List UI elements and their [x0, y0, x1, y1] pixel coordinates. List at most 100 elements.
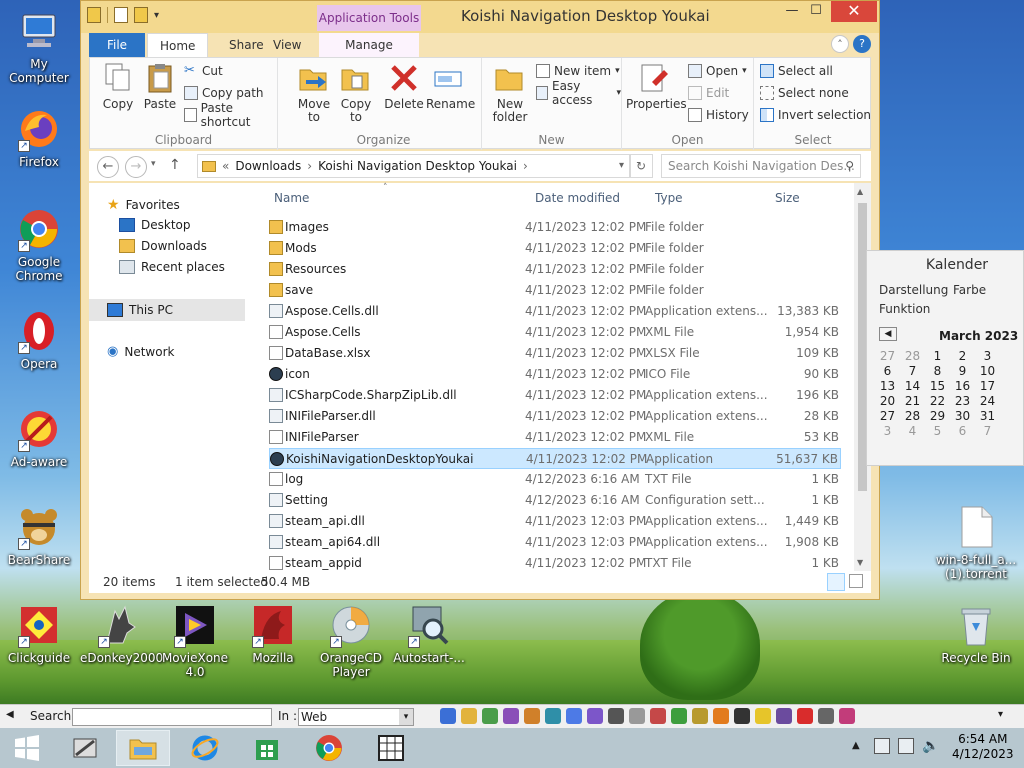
back-button[interactable]: ←	[97, 156, 119, 178]
nav-network[interactable]: ◉ Network	[107, 344, 174, 359]
file-row[interactable]: Aspose.Cells 4/11/2023 12:02 PM XML File 1,…	[269, 322, 841, 343]
calendar-day[interactable]: 9	[950, 364, 975, 378]
breadcrumb-downloads[interactable]: Downloads	[235, 155, 301, 177]
tools-icon[interactable]	[524, 708, 540, 724]
ribbon-collapse-icon[interactable]: ˄	[831, 35, 849, 53]
file-row[interactable]: INIFileParser 4/11/2023 12:02 PM XML File 5…	[269, 427, 841, 448]
overflow-chevron-icon[interactable]: «	[222, 155, 229, 177]
gallery-icon[interactable]	[776, 708, 792, 724]
folder-icon[interactable]	[461, 708, 477, 724]
copy-button[interactable]: Copy	[96, 62, 140, 111]
menu-darstellung[interactable]: Darstellung	[879, 283, 948, 297]
calendar-day[interactable]: 24	[975, 394, 1000, 408]
menu-farbe[interactable]: Farbe	[953, 283, 986, 297]
copy-to-button[interactable]: Copy to	[334, 62, 378, 124]
page-icon[interactable]	[629, 708, 645, 724]
calendar-day[interactable]: 6	[875, 364, 900, 378]
desktop-icon-mozilla[interactable]: ↗ Mozilla	[234, 602, 312, 665]
calendar-day[interactable]: 3	[875, 424, 900, 438]
desktop-icon-torrent-file[interactable]: win-8-full_a... (1).torrent	[934, 504, 1018, 581]
folder-icon[interactable]	[87, 7, 101, 23]
toolbar-grip-icon[interactable]: ◀	[6, 709, 14, 720]
title-bar[interactable]: ▾ Application Tools Koishi Navigation De…	[81, 1, 879, 33]
file-row[interactable]: Mods 4/11/2023 12:02 PM File folder	[269, 238, 841, 259]
calendar-day[interactable]: 14	[900, 379, 925, 393]
clock[interactable]: 6:54 AM 4/12/2023	[952, 732, 1014, 762]
file-row[interactable]: DataBase.xlsx 4/11/2023 12:02 PM XLSX File…	[269, 343, 841, 364]
grid-icon[interactable]	[608, 708, 624, 724]
calendar-day[interactable]: 29	[925, 409, 950, 423]
taskbar-tools-app[interactable]	[58, 730, 112, 766]
up-arrow-icon[interactable]: ↑	[169, 157, 181, 173]
recent-locations-chevron-icon[interactable]: ▾	[151, 159, 156, 169]
calendar-day[interactable]: 27	[875, 409, 900, 423]
file-row[interactable]: KoishiNavigationDesktopYoukai 4/11/2023 1…	[269, 448, 841, 469]
calendar-day[interactable]: 22	[925, 394, 950, 408]
desktop-icon-ad-aware[interactable]: ↗ Ad-aware	[0, 406, 78, 469]
file-row[interactable]: INIFileParser.dll 4/11/2023 12:02 PM Appli…	[269, 406, 841, 427]
star-icon[interactable]	[755, 708, 771, 724]
desktop-icon-recycle-bin[interactable]: Recycle Bin	[934, 602, 1018, 665]
calendar-day[interactable]: 7	[975, 424, 1000, 438]
bookmark-icon[interactable]	[566, 708, 582, 724]
help-icon[interactable]: ?	[853, 35, 871, 53]
toolbar-more-icon[interactable]: ▾	[998, 709, 1003, 720]
toolbar-search-input[interactable]	[72, 708, 272, 726]
column-header-name[interactable]: Name	[274, 191, 309, 205]
file-row[interactable]: ICSharpCode.SharpZipLib.dll 4/11/2023 12:…	[269, 385, 841, 406]
desktop-icon-clickguide[interactable]: ↗ Clickguide	[0, 602, 78, 665]
properties-icon[interactable]	[114, 7, 128, 23]
paste-shortcut-button[interactable]: Paste shortcut	[184, 101, 277, 129]
close-button[interactable]: ✕	[831, 1, 877, 22]
move-to-button[interactable]: Move to	[292, 62, 336, 124]
search-icon[interactable]	[440, 708, 456, 724]
file-row[interactable]: Aspose.Cells.dll 4/11/2023 12:02 PM Applic…	[269, 301, 841, 322]
nav-recent-places[interactable]: Recent places	[119, 260, 225, 274]
calendar-day[interactable]: 13	[875, 379, 900, 393]
action-center-flag-icon[interactable]	[874, 738, 890, 754]
tag-icon[interactable]	[713, 708, 729, 724]
file-row[interactable]: steam_api64.dll 4/11/2023 12:03 PM Applica…	[269, 532, 841, 553]
cube-icon[interactable]	[587, 708, 603, 724]
delete-button[interactable]: Delete	[382, 62, 426, 111]
calendar-day[interactable]: 3	[975, 349, 1000, 363]
kalender-window[interactable]: Kalender Darstellung Farbe Funktion ◀ Ma…	[866, 250, 1024, 466]
rename-button[interactable]: Rename	[426, 62, 475, 111]
column-header-type[interactable]: Type	[655, 191, 683, 205]
invert-selection-button[interactable]: Invert selection	[760, 106, 871, 124]
easy-access-button[interactable]: Easy access ▾	[536, 79, 621, 107]
taskbar-internet-explorer[interactable]	[178, 730, 232, 766]
money-icon[interactable]	[650, 708, 666, 724]
file-row[interactable]: Resources 4/11/2023 12:02 PM File folder	[269, 259, 841, 280]
address-dropdown-icon[interactable]: ▾	[619, 155, 624, 177]
file-row[interactable]: icon 4/11/2023 12:02 PM ICO File 90 KB	[269, 364, 841, 385]
scroll-up-icon[interactable]: ▲	[857, 187, 863, 196]
calendar-day[interactable]: 10	[975, 364, 1000, 378]
calendar-day[interactable]: 17	[975, 379, 1000, 393]
calendar-day[interactable]: 4	[900, 424, 925, 438]
select-none-button[interactable]: Select none	[760, 84, 849, 102]
search-input[interactable]: Search Koishi Navigation Des... ⚲	[661, 154, 861, 178]
forward-button[interactable]: →	[125, 156, 147, 178]
desktop-icon-chrome[interactable]: ↗ Google Chrome	[0, 206, 78, 283]
copy-path-button[interactable]: Copy path	[184, 84, 264, 102]
file-row[interactable]: save 4/11/2023 12:02 PM File folder	[269, 280, 841, 301]
start-button[interactable]	[0, 730, 54, 766]
paste-button[interactable]: Paste	[138, 62, 182, 111]
calendar-day[interactable]: 21	[900, 394, 925, 408]
properties-button[interactable]: Properties	[626, 62, 687, 111]
calendar-day[interactable]: 15	[925, 379, 950, 393]
file-row[interactable]: Images 4/11/2023 12:02 PM File folder	[269, 217, 841, 238]
calendar-day[interactable]: 5	[925, 424, 950, 438]
nav-downloads[interactable]: Downloads	[119, 239, 207, 253]
details-view-icon[interactable]	[827, 573, 845, 591]
cut-button[interactable]: ✂ Cut	[184, 62, 223, 80]
documents-icon[interactable]	[482, 708, 498, 724]
calendar-day[interactable]: 2	[950, 349, 975, 363]
tab-file[interactable]: File	[89, 33, 145, 57]
calendar-day[interactable]: 1	[925, 349, 950, 363]
nav-desktop[interactable]: Desktop	[119, 218, 191, 232]
nav-favorites[interactable]: ★ Favorites	[107, 197, 180, 213]
desktop-icon-autostart[interactable]: ↗ Autostart-...	[390, 602, 468, 665]
new-folder-icon[interactable]	[134, 7, 148, 23]
